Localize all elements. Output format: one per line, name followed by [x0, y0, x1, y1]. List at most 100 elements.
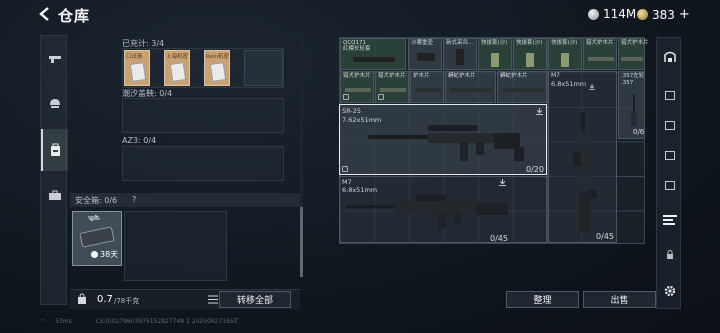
- gold-coin-icon: [637, 9, 648, 20]
- handguard-icon: [588, 57, 614, 61]
- storage-page-4-icon[interactable]: [657, 168, 682, 202]
- item-label: 上海机密: [166, 54, 189, 60]
- silver-coin-icon: [588, 8, 599, 20]
- lock-corner-icon: [378, 94, 384, 100]
- silver-currency: 114M: [588, 7, 636, 21]
- section-grid: 口试卷 上海机密 Rein机密: [122, 48, 284, 88]
- back-arrow-icon[interactable]: [36, 5, 54, 23]
- lock-corner-icon: [342, 166, 348, 172]
- scope-icon: [353, 57, 395, 62]
- item-name: 快拔套(沙): [516, 40, 543, 46]
- item-count: 0/6: [633, 128, 645, 136]
- mod-icon: [417, 53, 435, 61]
- item-handguard[interactable]: 猎犬护木片: [340, 71, 374, 103]
- item-grip[interactable]: 快拔套(沙): [478, 38, 512, 70]
- capacity-unit: /78千克: [114, 297, 140, 305]
- mod-icon: [456, 49, 464, 65]
- settings-gear-icon[interactable]: [657, 274, 682, 308]
- item-name: M7: [551, 72, 560, 79]
- document-icon: [129, 62, 147, 82]
- build-info: CS:0/0279603975152827748 2 20250927165Z: [95, 318, 238, 325]
- safe-box-slot[interactable]: 38天: [72, 211, 122, 266]
- item-name: 蟒蛇护木片: [500, 73, 528, 79]
- handguard-icon: [450, 88, 492, 92]
- sell-button[interactable]: 出售: [583, 291, 656, 308]
- item-name: 蟒蛇护木片: [448, 73, 476, 79]
- item-handguard[interactable]: 猎犬护木片: [375, 71, 409, 103]
- item-m7[interactable]: M7 6.8x51mm 0/45: [339, 176, 547, 243]
- item-handguard[interactable]: 猎犬护木片: [583, 38, 617, 70]
- item-name: 猎犬护木片: [621, 40, 649, 46]
- item-grip[interactable]: 快拔套(沙): [548, 38, 582, 70]
- clock-icon: [91, 251, 98, 258]
- item-sr25[interactable]: SR-25 7.62x51mm 0/20: [339, 104, 547, 175]
- status-bar: ◠ 53ms CS:0/0279603975152827748 2 202509…: [40, 318, 238, 325]
- item-name: M7: [342, 178, 352, 186]
- storage-page-1-icon[interactable]: [657, 78, 682, 112]
- item-mod[interactable]: 新式采兵...: [443, 38, 477, 70]
- download-icon: [536, 108, 543, 115]
- item-name: 快拔套(沙): [551, 40, 578, 46]
- item-name: SR-25: [342, 107, 361, 115]
- storage-tab-icon[interactable]: [657, 40, 682, 74]
- list-icon[interactable]: [208, 295, 218, 304]
- help-icon[interactable]: ?: [132, 195, 136, 204]
- handguard-icon: [621, 57, 643, 61]
- item-handguard[interactable]: 蟒蛇护木片: [445, 71, 496, 103]
- silver-amount: 114M: [603, 7, 637, 21]
- item-handguard[interactable]: 蟒蛇护木片: [497, 71, 547, 103]
- item-optic[interactable]: QCQ171 红模长轮套: [340, 38, 406, 70]
- storage-tabs-sidebar: [656, 37, 681, 309]
- m7-rifle-icon: [346, 195, 508, 229]
- section-grid: [122, 146, 284, 181]
- item-count: 0/45: [596, 232, 614, 241]
- document-icon: [169, 62, 187, 82]
- gold-amount: 383: [652, 7, 675, 22]
- item-name: QCQ171 红模长轮套: [343, 40, 371, 52]
- section-label: AZ3: 0/4: [122, 136, 157, 145]
- organize-button[interactable]: 整理: [506, 291, 579, 308]
- grip-icon: [526, 53, 534, 67]
- item-handguard[interactable]: 猎犬护木片: [618, 38, 649, 70]
- safe-box-grid: [124, 211, 227, 281]
- item-m7-vertical[interactable]: M7 6.8x51mm 0/45: [548, 71, 617, 243]
- item-handguard[interactable]: 护木片: [410, 71, 444, 103]
- item-mod[interactable]: 沙薯重壶: [408, 38, 442, 70]
- grip-icon: [561, 53, 569, 67]
- gold-currency[interactable]: 383 +: [637, 7, 690, 22]
- helmet-icon[interactable]: [41, 84, 68, 122]
- page-title: 仓库: [58, 7, 91, 25]
- case-icon[interactable]: [41, 176, 68, 214]
- inventory-panel: 已充计: 3/4 口试卷 上海机密 Rein机密 潮汐盖鞅: 0/4 AZ3: …: [70, 35, 302, 187]
- section-grid: [122, 98, 284, 133]
- item-slot[interactable]: 上海机密: [164, 50, 190, 86]
- sr25-rifle-icon: [368, 125, 524, 161]
- item-grip[interactable]: 快拔套(沙): [513, 38, 547, 70]
- safe-box-label: 安全箱: 0/6: [75, 196, 118, 205]
- transfer-all-button[interactable]: 转移全部: [219, 291, 291, 308]
- ammo-type: .357: [621, 80, 634, 86]
- backpack-icon[interactable]: [41, 129, 68, 171]
- category-sidebar: [40, 35, 68, 305]
- swap-icon[interactable]: [87, 214, 101, 222]
- item-name: 新式采兵...: [446, 40, 474, 46]
- ping-text: 53ms: [55, 318, 72, 325]
- safe-box-duration: 38天: [100, 250, 119, 259]
- download-icon: [499, 179, 506, 186]
- storage-page-2-icon[interactable]: [657, 108, 682, 142]
- item-label: Rein机密: [206, 54, 229, 60]
- item-slot[interactable]: 口试卷: [124, 50, 150, 86]
- storage-page-3-icon[interactable]: [657, 138, 682, 172]
- lock-icon[interactable]: [657, 238, 682, 272]
- inventory-scrollbar[interactable]: [300, 37, 303, 277]
- item-slot[interactable]: Rein机密: [204, 50, 230, 86]
- pistol-icon[interactable]: [41, 40, 68, 78]
- item-label: 口试卷: [126, 54, 143, 60]
- item-357-revolver[interactable]: .357左轮 .357 0/6: [618, 71, 645, 139]
- weapon-rack-icon[interactable]: [657, 203, 682, 237]
- item-name: .357左轮: [621, 73, 645, 79]
- document-icon: [209, 62, 227, 82]
- weight-icon: [78, 293, 86, 304]
- empty-slot[interactable]: [244, 50, 283, 86]
- add-currency-button[interactable]: +: [679, 7, 690, 22]
